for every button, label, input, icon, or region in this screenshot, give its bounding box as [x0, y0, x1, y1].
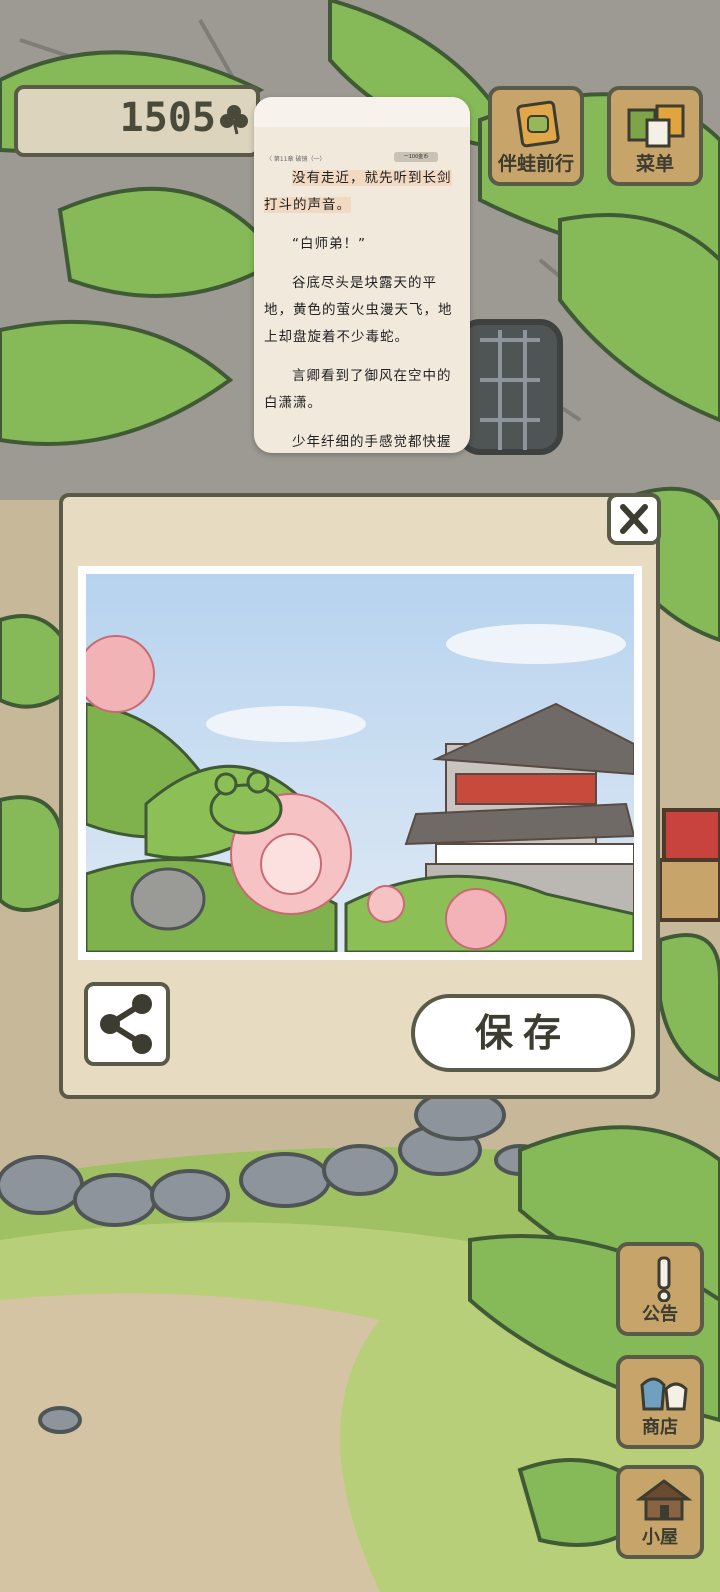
travel-photo [86, 574, 634, 952]
notice-button[interactable]: 公告 [616, 1242, 704, 1336]
save-button[interactable]: 保存 [411, 994, 635, 1072]
share-icon [100, 994, 152, 1054]
house-button[interactable]: 小屋 [616, 1465, 704, 1559]
coin-chip[interactable]: 一100金币 [394, 152, 438, 162]
reader-text: 没有走近，就先听到长剑打斗的声音。 “白师弟！” 谷底尽头是块露天的平地，黄色的… [264, 165, 460, 453]
reader-paragraph: “白师弟！” [292, 236, 366, 252]
menu-button[interactable]: 菜单 [607, 86, 703, 186]
clover-icon [220, 105, 248, 135]
house-icon [636, 1479, 692, 1521]
reader-paragraph: 谷底尽头是块露天的平地，黄色的萤火虫漫天飞，地上却盘旋着不少毒蛇。 [264, 275, 453, 345]
close-icon [620, 504, 648, 534]
chapter-title[interactable]: 〈 第11章 破镜（一） [266, 154, 325, 163]
share-button[interactable] [84, 982, 170, 1066]
notice-label: 公告 [642, 1304, 678, 1325]
house-label: 小屋 [642, 1527, 678, 1548]
exclamation-icon [657, 1256, 671, 1302]
shop-button[interactable]: 商店 [616, 1355, 704, 1449]
reader-paragraph: 没有走近，就先听到长剑打斗的声音。 [264, 170, 452, 213]
menu-label: 菜单 [635, 153, 674, 175]
frog-card-icon [516, 100, 560, 148]
reader-paragraph: 少年纤细的手感觉都快握 [292, 434, 452, 450]
clover-counter: 1505 [14, 85, 260, 157]
close-button[interactable] [607, 493, 661, 545]
reader-header [254, 97, 470, 127]
travel-with-frog-label: 伴蛙前行 [497, 153, 574, 175]
reader-paragraph: 言卿看到了御风在空中的白潇潇。 [264, 368, 452, 411]
shop-label: 商店 [642, 1417, 678, 1438]
game-scene: 1505 伴蛙前行 菜单 〈 第11章 破镜（一） 一100金币 没有走近，就先… [0, 0, 720, 1592]
reader-overlay[interactable]: 〈 第11章 破镜（一） 一100金币 没有走近，就先听到长剑打斗的声音。 “白… [254, 97, 470, 453]
travel-with-frog-button[interactable]: 伴蛙前行 [488, 86, 584, 186]
photo-frame [78, 566, 642, 960]
shop-bags-icon [640, 1377, 688, 1411]
menu-cards-icon [627, 104, 685, 148]
clover-count: 1505 [119, 95, 216, 141]
